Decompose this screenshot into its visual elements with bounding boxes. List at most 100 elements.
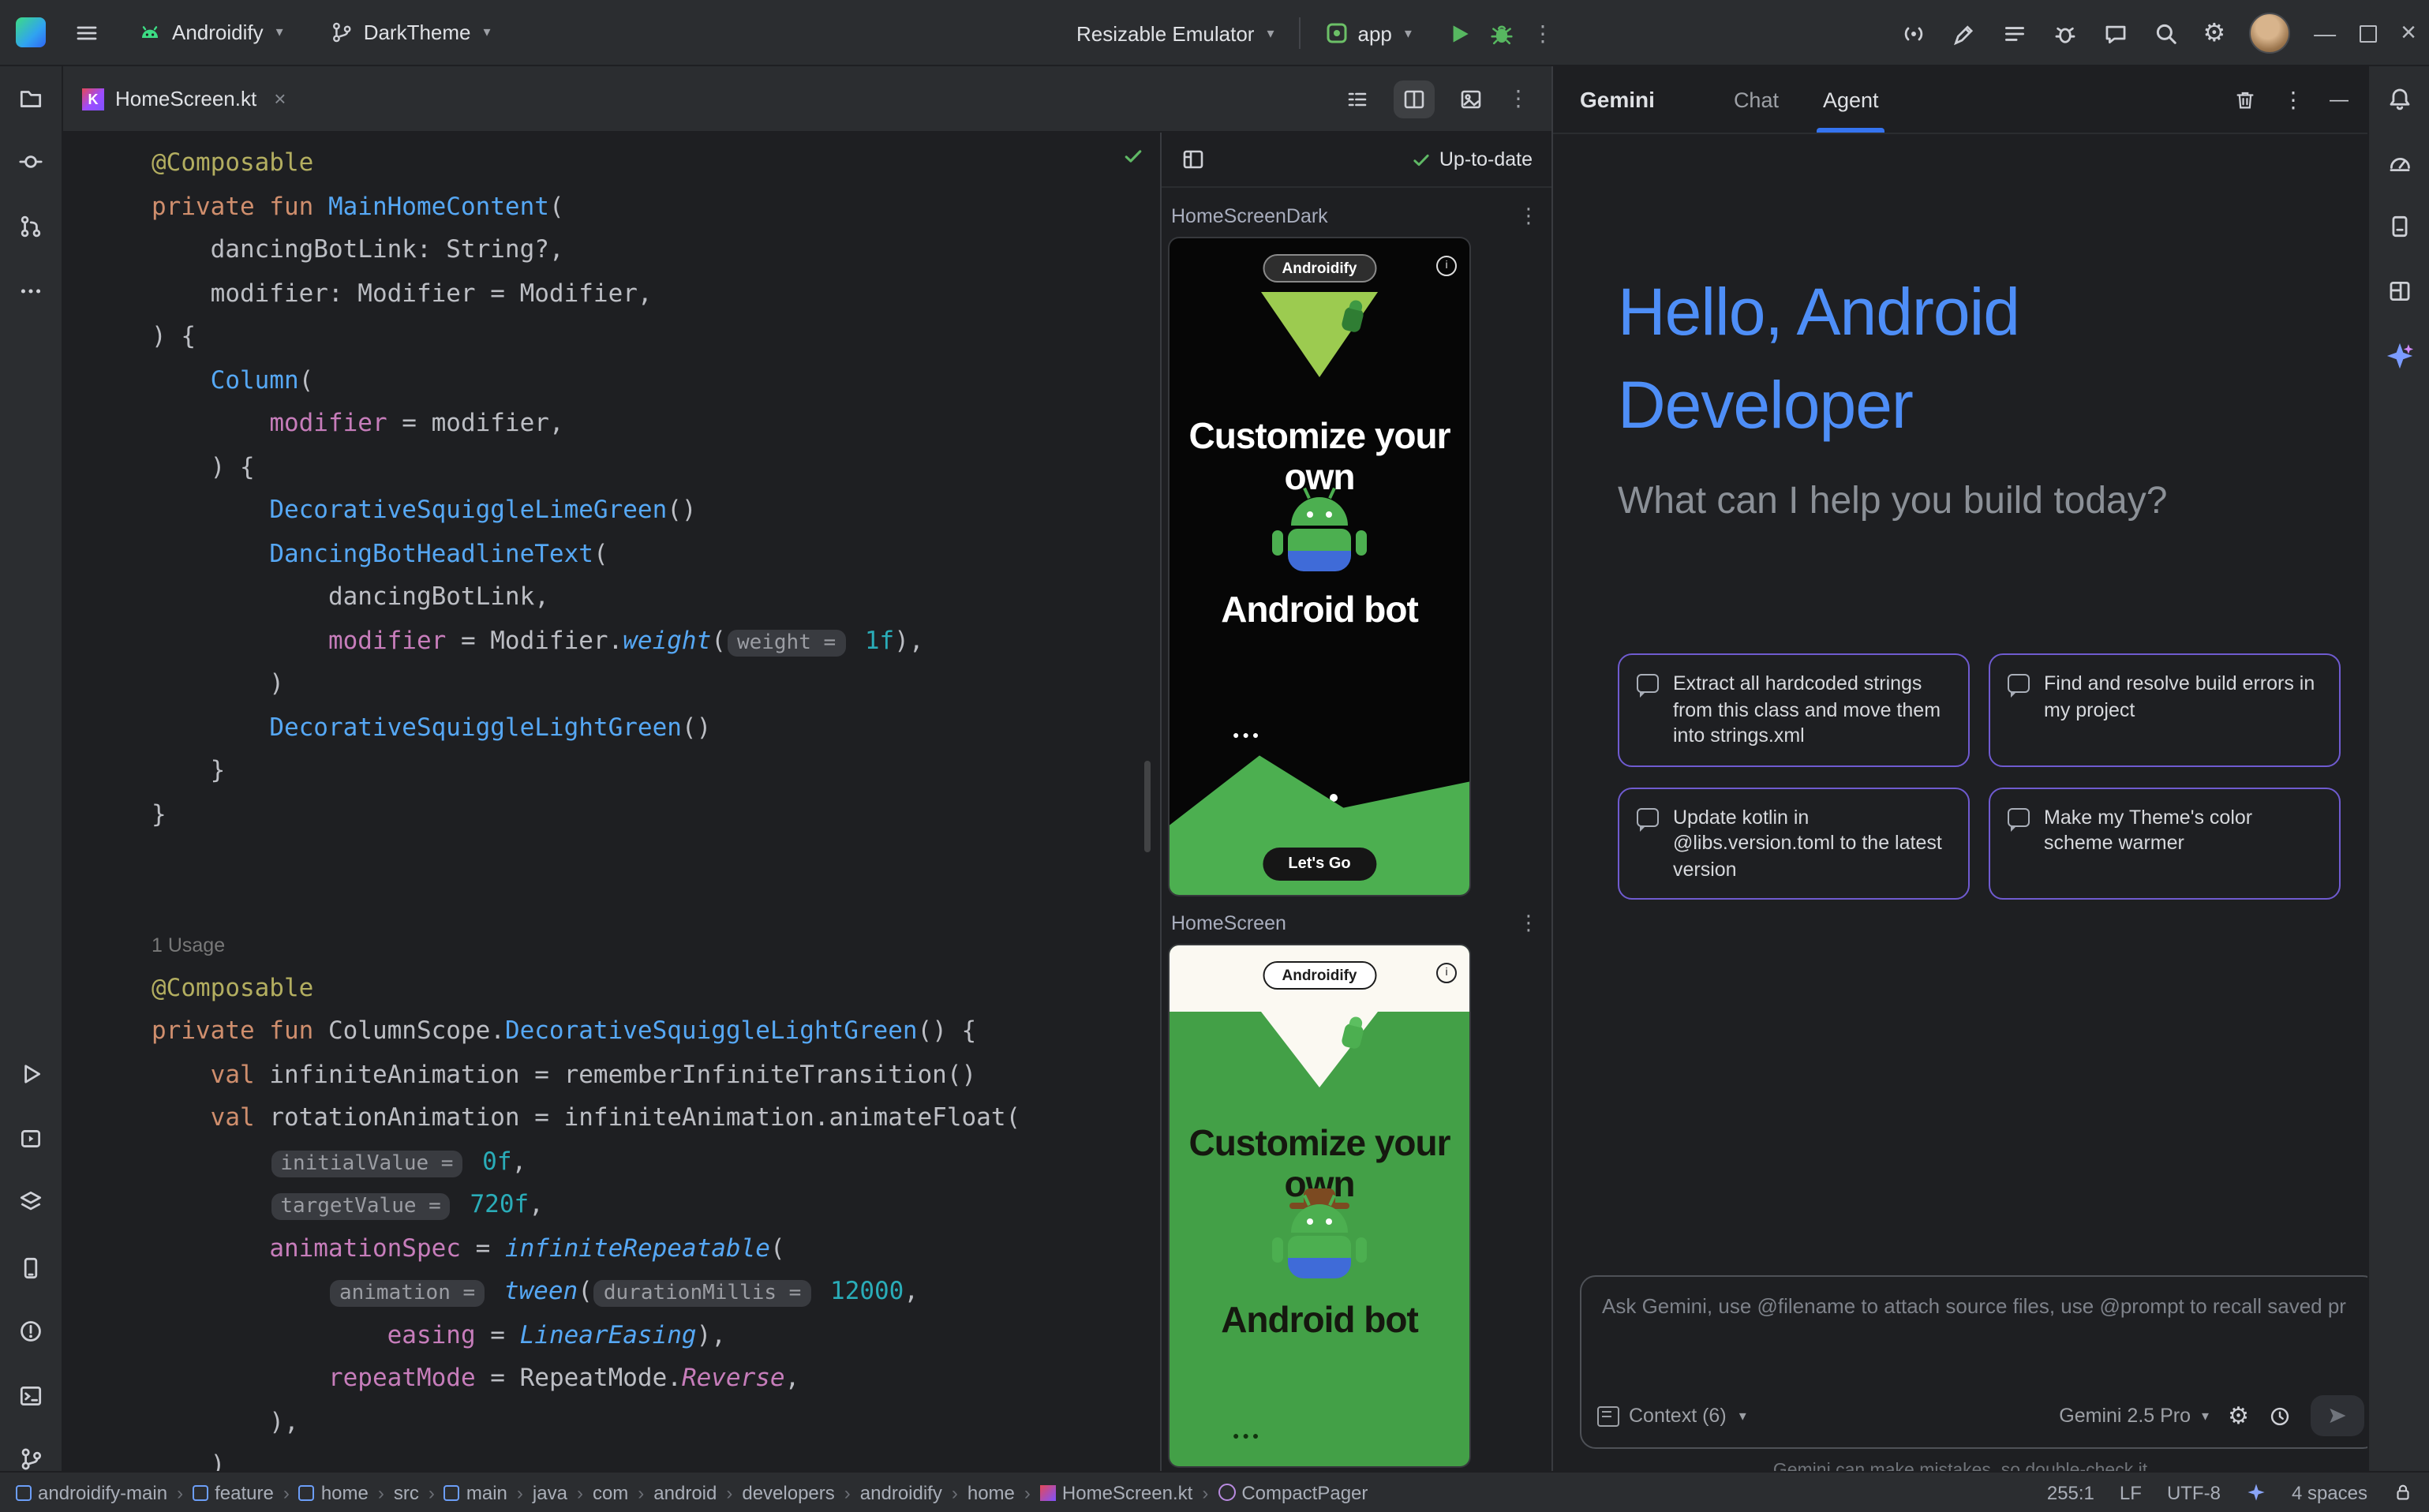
device-explorer-tool-icon[interactable] bbox=[2377, 204, 2421, 248]
hide-panel-icon[interactable]: — bbox=[2330, 88, 2349, 110]
suggestion-text: Update kotlin in @libs.version.toml to t… bbox=[1673, 804, 1951, 882]
code-line: targetValue = 720f, bbox=[152, 1184, 1138, 1227]
breadcrumb-item[interactable]: developers bbox=[742, 1481, 834, 1503]
running-devices-tool-icon[interactable] bbox=[9, 1116, 53, 1160]
preview-options-kebab-icon[interactable]: ⋮ bbox=[1518, 911, 1539, 936]
breadcrumb-label: java bbox=[533, 1481, 567, 1503]
settings-gear-icon[interactable]: ⚙ bbox=[2203, 17, 2225, 49]
run-button[interactable] bbox=[1447, 20, 1473, 47]
hamburger-menu-icon[interactable] bbox=[74, 20, 99, 45]
notifications-bell-icon[interactable] bbox=[2377, 76, 2421, 120]
caret-position[interactable]: 255:1 bbox=[2047, 1481, 2094, 1503]
search-everywhere-icon[interactable] bbox=[2152, 20, 2179, 47]
gemini-suggestion-card[interactable]: Extract all hardcoded strings from this … bbox=[1618, 653, 1970, 766]
model-selector[interactable]: Gemini 2.5 Pro ▾ bbox=[2059, 1405, 2209, 1427]
tab-agent[interactable]: Agent bbox=[1801, 66, 1901, 133]
app-insights-icon[interactable] bbox=[2051, 20, 2078, 47]
run-config-name: app bbox=[1358, 21, 1392, 45]
left-tool-window-strip bbox=[0, 66, 63, 1471]
commit-tool-icon[interactable] bbox=[9, 139, 53, 183]
device-selector[interactable]: Resizable Emulator ▾ bbox=[1067, 15, 1284, 51]
run-tool-icon[interactable] bbox=[9, 1051, 53, 1095]
gemini-tool-icon[interactable] bbox=[2377, 333, 2421, 377]
breadcrumb-item[interactable]: home bbox=[299, 1481, 369, 1503]
editor-tab-homescreen[interactable]: K HomeScreen.kt × bbox=[63, 66, 305, 131]
gemini-settings-gear-icon[interactable]: ⚙ bbox=[2228, 1402, 2249, 1430]
profiler-tool-icon[interactable] bbox=[2377, 139, 2421, 183]
line-ending[interactable]: LF bbox=[2120, 1481, 2142, 1503]
app-name-pill: Androidify bbox=[1263, 961, 1376, 990]
indent-setting[interactable]: 4 spaces bbox=[2292, 1481, 2367, 1503]
breadcrumb-item[interactable]: androidify-main bbox=[16, 1481, 167, 1503]
feedback-icon[interactable] bbox=[2102, 20, 2128, 47]
breadcrumb-item[interactable]: java bbox=[533, 1481, 567, 1503]
compose-preview-panel: Up-to-date HomeScreenDark ⋮ Androidify i… bbox=[1160, 133, 1551, 1471]
code-line: DecorativeSquiggleLimeGreen() bbox=[152, 489, 1138, 533]
breadcrumb-item[interactable]: com bbox=[593, 1481, 628, 1503]
code-editor[interactable]: @Composableprivate fun MainHomeContent( … bbox=[63, 133, 1160, 1471]
context-label: Context (6) bbox=[1629, 1405, 1727, 1427]
preview-gallery-icon[interactable] bbox=[1181, 147, 1206, 172]
gemini-suggestion-card[interactable]: Find and resolve build errors in my proj… bbox=[1989, 653, 2341, 766]
breadcrumb: androidify-main›feature›home›src›main›ja… bbox=[16, 1481, 1368, 1503]
breadcrumb-item[interactable]: home bbox=[967, 1481, 1015, 1503]
tab-chat[interactable]: Chat bbox=[1712, 66, 1801, 133]
project-tool-icon[interactable] bbox=[9, 76, 53, 120]
gemini-prompt-box[interactable]: Ask Gemini, use @filename to attach sour… bbox=[1580, 1275, 2378, 1449]
gemini-options-kebab-icon[interactable]: ⋮ bbox=[2282, 86, 2304, 113]
breadcrumb-item[interactable]: CompactPager bbox=[1218, 1481, 1368, 1503]
breadcrumb-item[interactable]: main bbox=[444, 1481, 507, 1503]
breadcrumb-item[interactable]: src bbox=[394, 1481, 419, 1503]
build-variants-tool-icon[interactable] bbox=[9, 1179, 53, 1223]
main-toolbar: Androidify ▾ DarkTheme ▾ Resizable Emula… bbox=[0, 0, 2429, 66]
breadcrumb-item[interactable]: feature bbox=[193, 1481, 274, 1503]
pull-requests-tool-icon[interactable] bbox=[9, 204, 53, 248]
terminal-tool-icon[interactable] bbox=[9, 1373, 53, 1417]
design-view-button[interactable] bbox=[1450, 80, 1491, 118]
run-configuration-selector[interactable]: app ▾ bbox=[1317, 15, 1421, 51]
preview-toolbar: Up-to-date bbox=[1162, 133, 1551, 188]
user-avatar[interactable] bbox=[2249, 13, 2290, 54]
problems-tool-icon[interactable] bbox=[9, 1308, 53, 1353]
editor-options-kebab-icon[interactable]: ⋮ bbox=[1507, 85, 1529, 112]
code-view-button[interactable] bbox=[1337, 80, 1378, 118]
lets-go-button: Let's Go bbox=[1263, 848, 1375, 881]
window-maximize-button[interactable] bbox=[2360, 24, 2377, 42]
gemini-suggestion-card[interactable]: Update kotlin in @libs.version.toml to t… bbox=[1618, 787, 1970, 900]
split-view-button[interactable] bbox=[1394, 80, 1435, 118]
more-tool-windows-icon[interactable] bbox=[9, 268, 53, 313]
code-line: @Composable bbox=[152, 142, 1138, 185]
preview-options-kebab-icon[interactable]: ⋮ bbox=[1518, 204, 1539, 229]
emulator-tool-icon[interactable] bbox=[9, 1245, 53, 1289]
phone-preview-light[interactable]: Androidify i Customize your own Android … bbox=[1170, 945, 1469, 1466]
gemini-suggestion-card[interactable]: Make my Theme's color scheme warmer bbox=[1989, 787, 2341, 900]
phone-preview-dark[interactable]: Androidify i Customize your own Android … bbox=[1170, 238, 1469, 895]
debug-button[interactable] bbox=[1489, 20, 1516, 47]
dots-decoration: ●●● bbox=[1233, 1432, 1262, 1443]
breadcrumb-separator: › bbox=[950, 1481, 960, 1503]
android-studio-logo-icon bbox=[16, 17, 46, 47]
editor-scrollbar[interactable] bbox=[1144, 761, 1151, 852]
logcat-icon[interactable] bbox=[2000, 20, 2027, 47]
inspection-ok-icon[interactable] bbox=[1122, 145, 1144, 167]
ai-spark-icon[interactable] bbox=[2246, 1482, 2266, 1503]
device-mirror-icon[interactable] bbox=[1899, 20, 1926, 47]
layout-inspector-tool-icon[interactable] bbox=[2377, 268, 2421, 313]
breadcrumb-item[interactable]: android bbox=[653, 1481, 717, 1503]
send-button[interactable] bbox=[2311, 1395, 2364, 1436]
rename-refactor-icon[interactable] bbox=[1950, 20, 1977, 47]
history-icon[interactable] bbox=[2268, 1404, 2292, 1428]
breadcrumb-item[interactable]: androidify bbox=[860, 1481, 942, 1503]
window-minimize-button[interactable]: — bbox=[2314, 21, 2336, 46]
lock-icon[interactable] bbox=[2393, 1482, 2413, 1503]
breadcrumb-item[interactable]: HomeScreen.kt bbox=[1040, 1481, 1192, 1503]
vcs-branch-selector[interactable]: DarkTheme ▾ bbox=[321, 14, 500, 51]
more-run-actions-kebab-icon[interactable]: ⋮ bbox=[1532, 20, 1554, 47]
project-selector[interactable]: Androidify ▾ bbox=[128, 13, 293, 51]
file-encoding[interactable]: UTF-8 bbox=[2167, 1481, 2221, 1503]
window-close-button[interactable]: × bbox=[2401, 17, 2416, 49]
delete-conversation-icon[interactable] bbox=[2233, 88, 2257, 111]
breadcrumb-label: com bbox=[593, 1481, 628, 1503]
context-selector[interactable]: Context (6) ▾ bbox=[1597, 1405, 1746, 1427]
tab-close-icon[interactable]: × bbox=[274, 87, 286, 110]
